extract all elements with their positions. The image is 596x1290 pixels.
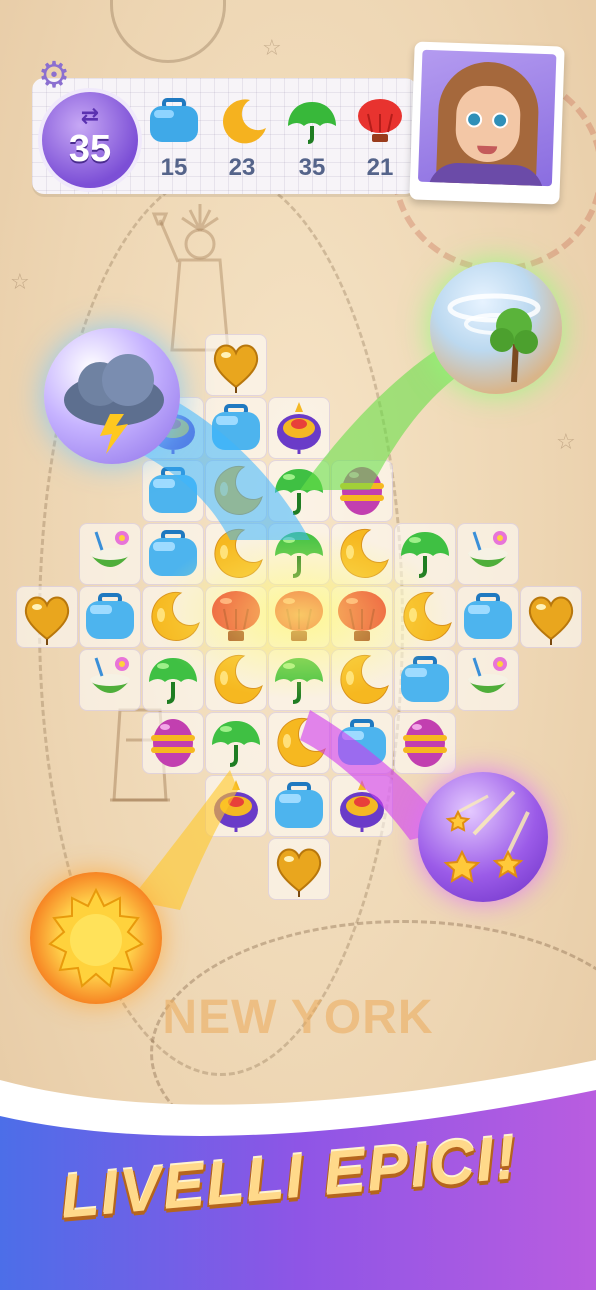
moon-piece[interactable]	[397, 589, 453, 645]
goal-suitcase: 15	[144, 98, 204, 182]
cloud-lightning-icon	[64, 354, 164, 454]
umbrella-piece[interactable]	[271, 652, 327, 708]
sun-icon	[48, 887, 144, 988]
game-screen: ☆ ☆ ☆ NEW YORK ⚙ ⇄ 35 15 23 35 21 LIVELL…	[0, 0, 596, 1290]
suitcase-piece[interactable]	[397, 652, 453, 708]
sun-sketch-decoration	[110, 0, 226, 63]
goal-count: 23	[228, 154, 256, 181]
swap-arrows-icon: ⇄	[80, 104, 100, 129]
top-piece[interactable]	[334, 778, 390, 834]
meteor-shower-powerup[interactable]	[418, 772, 548, 902]
heart-piece[interactable]	[271, 841, 327, 897]
moon-icon	[223, 99, 266, 144]
goal-balloon: 21	[350, 98, 410, 182]
suitcase-piece[interactable]	[82, 589, 138, 645]
moon-piece[interactable]	[208, 463, 264, 519]
tornado-icon	[447, 293, 541, 383]
moon-piece[interactable]	[145, 589, 201, 645]
umbrella-piece[interactable]	[145, 652, 201, 708]
moon-piece[interactable]	[271, 715, 327, 771]
goal-count: 21	[366, 154, 394, 181]
moves-counter: ⇄ 35	[42, 92, 138, 188]
moves-value: 35	[68, 128, 112, 170]
moon-piece[interactable]	[334, 526, 390, 582]
coconut-piece[interactable]	[82, 526, 138, 582]
top-piece[interactable]	[208, 778, 264, 834]
coconut-piece[interactable]	[82, 652, 138, 708]
shooting-stars-icon	[443, 790, 530, 883]
balloon-piece[interactable]	[208, 589, 264, 645]
moon-piece[interactable]	[208, 526, 264, 582]
umbrella-piece[interactable]	[271, 463, 327, 519]
gear-icon[interactable]: ⚙	[34, 56, 74, 96]
sun-powerup[interactable]	[30, 872, 162, 1004]
tornado-powerup[interactable]	[430, 262, 562, 394]
umbrella-piece[interactable]	[208, 715, 264, 771]
balloon-icon	[358, 99, 402, 142]
umbrella-piece[interactable]	[271, 526, 327, 582]
candy-piece[interactable]	[145, 715, 201, 771]
suitcase-piece[interactable]	[208, 400, 264, 456]
suitcase-icon	[150, 98, 198, 142]
heart-piece[interactable]	[19, 589, 75, 645]
star-icon: ☆	[262, 36, 282, 61]
umbrella-icon	[288, 102, 336, 144]
star-icon: ☆	[556, 430, 576, 455]
top-piece[interactable]	[271, 400, 327, 456]
balloon-piece[interactable]	[271, 589, 327, 645]
balloon-piece[interactable]	[334, 589, 390, 645]
heart-piece[interactable]	[208, 337, 264, 393]
star-icon: ☆	[10, 270, 30, 295]
coconut-piece[interactable]	[460, 652, 516, 708]
goal-count: 35	[298, 154, 326, 181]
suitcase-piece[interactable]	[145, 463, 201, 519]
suitcase-piece[interactable]	[334, 715, 390, 771]
goal-count: 15	[160, 154, 188, 181]
moon-piece[interactable]	[334, 652, 390, 708]
avatar[interactable]	[409, 41, 565, 205]
umbrella-piece[interactable]	[397, 526, 453, 582]
goal-moon: 23	[212, 98, 272, 182]
candy-piece[interactable]	[397, 715, 453, 771]
suitcase-piece[interactable]	[271, 778, 327, 834]
heart-piece[interactable]	[523, 589, 579, 645]
moon-piece[interactable]	[208, 652, 264, 708]
candy-piece[interactable]	[334, 463, 390, 519]
storm-cloud-powerup[interactable]	[44, 328, 180, 464]
coconut-piece[interactable]	[460, 526, 516, 582]
suitcase-piece[interactable]	[145, 526, 201, 582]
suitcase-piece[interactable]	[460, 589, 516, 645]
goal-umbrella: 35	[282, 98, 342, 182]
